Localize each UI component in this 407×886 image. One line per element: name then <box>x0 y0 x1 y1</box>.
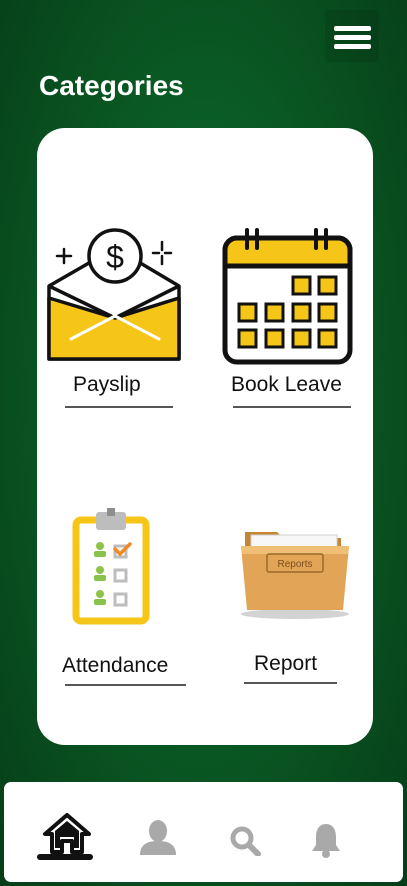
category-underline <box>233 406 351 408</box>
payslip-envelope-icon: $ <box>47 228 181 361</box>
hamburger-line <box>334 35 371 40</box>
reports-folder-label: Reports <box>277 559 312 570</box>
nav-search[interactable] <box>229 826 263 857</box>
category-label: Attendance <box>62 654 169 677</box>
category-label: Book Leave <box>231 373 342 396</box>
bottom-nav <box>4 782 403 882</box>
category-underline <box>65 684 186 686</box>
attendance-clipboard-icon <box>72 508 150 625</box>
search-icon <box>230 826 261 857</box>
hamburger-menu-button[interactable] <box>325 10 379 62</box>
home-icon <box>43 813 91 854</box>
bell-icon <box>312 824 340 858</box>
category-report[interactable]: Reports Report <box>237 520 357 690</box>
calendar-icon <box>222 228 353 365</box>
category-underline <box>244 682 337 684</box>
page-title: Categories <box>39 70 184 101</box>
reports-folder-icon: Reports <box>241 532 349 619</box>
profile-icon <box>140 820 176 855</box>
hamburger-menu-icon <box>334 26 371 31</box>
category-book-leave[interactable]: Book Leave <box>215 226 365 416</box>
active-tab-indicator <box>37 854 93 860</box>
dollar-symbol: $ <box>106 239 124 275</box>
category-label: Report <box>254 652 318 675</box>
categories-card: $ Payslip Book Leave Attendance Reports … <box>37 128 373 745</box>
category-payslip[interactable]: $ Payslip <box>45 226 185 416</box>
category-underline <box>65 406 173 408</box>
nav-home[interactable] <box>42 812 92 856</box>
nav-profile[interactable] <box>138 820 178 856</box>
category-label: Payslip <box>73 373 141 396</box>
nav-notifications[interactable] <box>311 822 341 858</box>
category-attendance[interactable]: Attendance <box>55 508 205 688</box>
hamburger-line <box>334 44 371 49</box>
